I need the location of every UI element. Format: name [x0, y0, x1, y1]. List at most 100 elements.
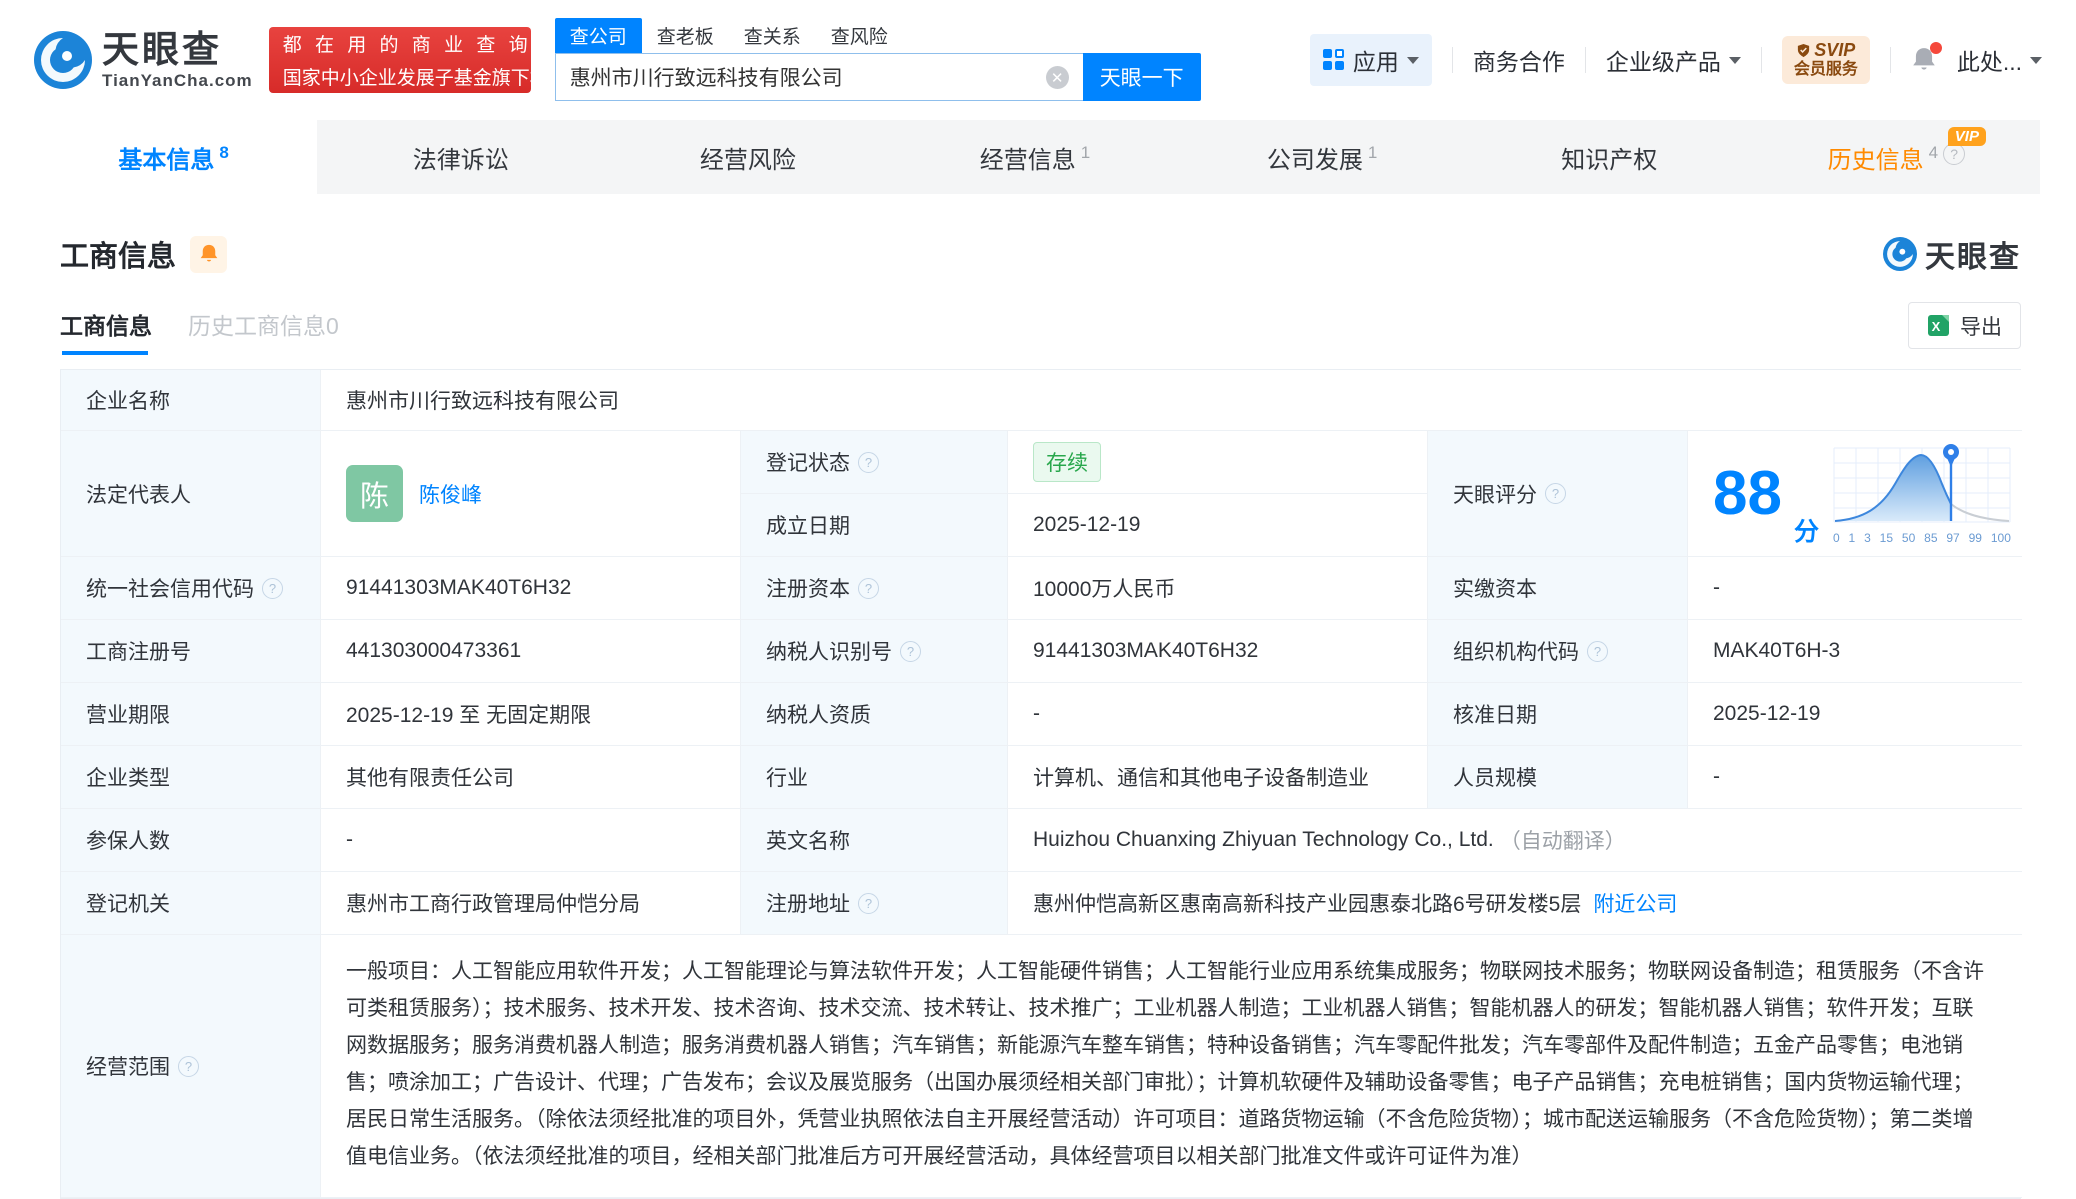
tab-count: 1	[1368, 143, 1377, 163]
svg-text:X: X	[1932, 319, 1941, 334]
section-title: 工商信息	[60, 233, 176, 275]
field-label-insured-count: 参保人数	[61, 809, 321, 872]
field-label-reg-number: 工商注册号	[61, 620, 321, 683]
field-value-english-name: Huizhou Chuanxing Zhiyuan Technology Co.…	[1008, 809, 2022, 872]
field-label-business-term: 营业期限	[61, 683, 321, 746]
tab-operation-risk[interactable]: 经营风险	[604, 120, 891, 194]
apps-label: 应用	[1353, 43, 1399, 77]
tab-label: 基本信息	[118, 140, 214, 175]
user-name: 此处...	[1957, 43, 2022, 77]
field-label-reg-address: 注册地址?	[741, 872, 1008, 935]
question-icon[interactable]: ?	[1943, 143, 1965, 165]
company-tab-strip: 基本信息 8 法律诉讼 经营风险 经营信息 1 公司发展 1 知识产权 VIP …	[30, 120, 2040, 194]
excel-icon: X	[1927, 314, 1950, 337]
legal-rep-avatar[interactable]: 陈	[346, 465, 403, 522]
field-label-reg-status: 登记状态?	[741, 431, 1008, 494]
top-header: 天眼查 TianYanCha.com 都 在 用 的 商 业 查 询 工 具 国…	[0, 0, 2076, 120]
search-input[interactable]	[555, 53, 1083, 101]
apps-menu[interactable]: 应用	[1310, 34, 1432, 86]
field-value-reg-authority: 惠州市工商行政管理局仲恺分局	[321, 872, 741, 935]
tab-intellectual-property[interactable]: 知识产权	[1466, 120, 1753, 194]
tab-legal-litigation[interactable]: 法律诉讼	[317, 120, 604, 194]
field-label-staff-size: 人员规模	[1428, 746, 1688, 809]
field-label-establish-date: 成立日期	[741, 494, 1008, 557]
field-label-paid-capital: 实缴资本	[1428, 557, 1688, 620]
help-icon[interactable]: ?	[900, 641, 921, 662]
field-value-staff-size: -	[1688, 746, 2022, 809]
field-value-org-code: MAK40T6H-3	[1688, 620, 2022, 683]
vip-badge: VIP	[1948, 127, 1986, 146]
field-label-taxpayer-id: 纳税人识别号?	[741, 620, 1008, 683]
nav-business-cooperation[interactable]: 商务合作	[1473, 43, 1565, 77]
field-value-score[interactable]: 88 分	[1688, 431, 2022, 557]
tab-history-info[interactable]: VIP 历史信息 4 ?	[1753, 120, 2040, 194]
svip-member-badge[interactable]: SVIP 会员服务	[1782, 36, 1870, 83]
search-tab-relation[interactable]: 查关系	[729, 18, 816, 53]
legal-rep-link[interactable]: 陈俊峰	[419, 479, 482, 509]
search-clear-icon[interactable]: ✕	[1046, 66, 1069, 89]
field-value-industry: 计算机、通信和其他电子设备制造业	[1008, 746, 1428, 809]
field-label-reg-capital: 注册资本?	[741, 557, 1008, 620]
help-icon[interactable]: ?	[1587, 641, 1608, 662]
tab-basic-info[interactable]: 基本信息 8	[30, 120, 317, 194]
user-menu[interactable]: 此处...	[1957, 43, 2042, 77]
tab-label: 经营风险	[700, 140, 796, 175]
tab-label: 知识产权	[1561, 140, 1657, 175]
subtab-business-info[interactable]: 工商信息	[60, 307, 152, 355]
search-tabs: 查公司 查老板 查关系 查风险	[555, 21, 1201, 53]
field-value-reg-capital: 10000万人民币	[1008, 557, 1428, 620]
export-button[interactable]: X 导出	[1908, 302, 2021, 349]
help-icon[interactable]: ?	[1545, 483, 1566, 504]
field-value-credit-code: 91441303MAK40T6H32	[321, 557, 741, 620]
field-value-reg-status: 存续	[1008, 431, 1428, 494]
score-distribution-chart: 0131550859799100	[1833, 442, 2011, 545]
field-value-company-name: 惠州市川行致远科技有限公司	[321, 370, 2022, 431]
logo-title: 天眼查	[102, 31, 253, 68]
field-label-legal-rep: 法定代表人	[61, 431, 321, 557]
divider	[1452, 47, 1453, 73]
field-value-insured-count: -	[321, 809, 741, 872]
divider	[1890, 47, 1891, 73]
tianyancha-logo[interactable]: 天眼查 TianYanCha.com	[34, 31, 253, 89]
field-label-approval-date: 核准日期	[1428, 683, 1688, 746]
chevron-down-icon	[2030, 57, 2042, 64]
score-number: 88	[1713, 463, 1782, 525]
help-icon[interactable]: ?	[858, 893, 879, 914]
subscribe-bell-icon[interactable]	[190, 236, 227, 273]
field-value-establish-date: 2025-12-19	[1008, 494, 1428, 557]
divider	[1761, 47, 1762, 73]
subtab-history-business-info[interactable]: 历史工商信息0	[188, 307, 339, 355]
field-value-reg-address: 惠州仲恺高新区惠南高新科技产业园惠泰北路6号研发楼5层 附近公司	[1008, 872, 2022, 935]
header-nav: 应用 商务合作 企业级产品 SVIP 会员服务	[1310, 34, 2042, 86]
field-value-paid-capital: -	[1688, 557, 2022, 620]
tab-label: 法律诉讼	[413, 140, 509, 175]
help-icon[interactable]: ?	[178, 1056, 199, 1077]
field-label-industry: 行业	[741, 746, 1008, 809]
svip-label: SVIP	[1814, 40, 1855, 61]
nav-enterprise-label: 企业级产品	[1606, 43, 1721, 77]
nearby-companies-link[interactable]: 附近公司	[1593, 888, 1677, 918]
tab-count: 4	[1929, 143, 1938, 163]
search-tab-company[interactable]: 查公司	[555, 18, 642, 53]
tab-company-development[interactable]: 公司发展 1	[1179, 120, 1466, 194]
field-value-legal-rep: 陈 陈俊峰	[321, 431, 741, 557]
tab-operation-info[interactable]: 经营信息 1	[891, 120, 1178, 194]
field-label-company-type: 企业类型	[61, 746, 321, 809]
logo-subtitle: TianYanCha.com	[102, 72, 253, 89]
field-value-taxpayer-id: 91441303MAK40T6H32	[1008, 620, 1428, 683]
search-tab-boss[interactable]: 查老板	[642, 18, 729, 53]
nav-enterprise-products[interactable]: 企业级产品	[1606, 43, 1741, 77]
watermark-logo: 天眼查	[1883, 232, 2021, 276]
help-icon[interactable]: ?	[262, 578, 283, 599]
export-label: 导出	[1960, 311, 2002, 341]
help-icon[interactable]: ?	[858, 452, 879, 473]
help-icon[interactable]: ?	[858, 578, 879, 599]
field-label-credit-code: 统一社会信用代码?	[61, 557, 321, 620]
promo-banner-line1: 都 在 用 的 商 业 查 询 工 具	[283, 30, 517, 57]
notification-bell-icon[interactable]	[1911, 46, 1937, 74]
search-button[interactable]: 天眼一下	[1083, 53, 1201, 101]
business-info-table: 企业名称 惠州市川行致远科技有限公司 法定代表人 陈 陈俊峰 登记状态? 存续 …	[60, 369, 2021, 1199]
field-label-company-name: 企业名称	[61, 370, 321, 431]
tab-count: 8	[219, 143, 228, 163]
search-tab-risk[interactable]: 查风险	[816, 18, 903, 53]
